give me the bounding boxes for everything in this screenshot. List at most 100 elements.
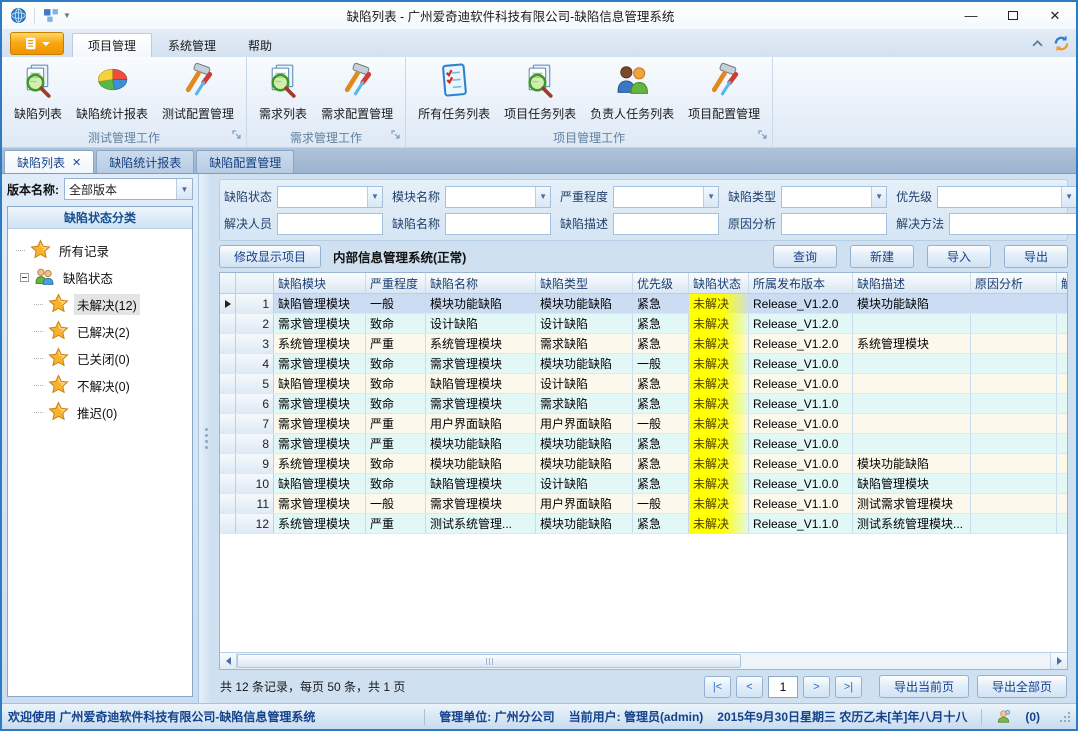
chevron-down-icon[interactable]: ▼: [535, 187, 550, 207]
table-row[interactable]: 8需求管理模块严重模块功能缺陷模块功能缺陷紧急未解决Release_V1.0.0: [220, 434, 1067, 454]
horizontal-scrollbar[interactable]: [220, 652, 1067, 669]
filter-combo-模块名称[interactable]: ▼: [445, 186, 551, 208]
column-header-严重程度[interactable]: 严重程度: [366, 273, 426, 293]
doc-tab-缺陷配置管理[interactable]: 缺陷配置管理: [196, 150, 294, 173]
filter-input-缺陷描述[interactable]: [613, 213, 719, 235]
tree-item-推迟(0)[interactable]: 推迟(0): [10, 399, 190, 426]
ribbon-button-项目配置管理[interactable]: 项目配置管理: [681, 60, 767, 124]
page-number-input[interactable]: [768, 676, 798, 698]
chevron-down-icon[interactable]: ▼: [703, 187, 718, 207]
tree-item-所有记录[interactable]: 所有记录: [10, 237, 190, 264]
tree-item-已解决(2)[interactable]: 已解决(2): [10, 318, 190, 345]
splitter-handle[interactable]: [199, 174, 213, 703]
column-header-所属发布版本[interactable]: 所属发布版本: [749, 273, 853, 293]
table-row[interactable]: 12系统管理模块严重测试系统管理...模块功能缺陷紧急未解决Release_V1…: [220, 514, 1067, 534]
column-header-原因分析[interactable]: 原因分析: [971, 273, 1057, 293]
scrollbar-thumb[interactable]: [237, 654, 741, 668]
data-cell: [1057, 394, 1067, 413]
import-button[interactable]: 导入: [927, 245, 991, 268]
chevron-down-icon[interactable]: ▼: [1061, 187, 1076, 207]
dialog-launcher-icon[interactable]: [758, 129, 768, 143]
close-button[interactable]: ✕: [1034, 2, 1076, 29]
data-cell: 需求管理模块: [426, 394, 536, 413]
filter-combo-缺陷类型[interactable]: ▼: [781, 186, 887, 208]
chevron-down-icon[interactable]: ▼: [367, 187, 382, 207]
tree-item-不解决(0)[interactable]: 不解决(0): [10, 372, 190, 399]
message-user-icon[interactable]: [996, 709, 1011, 724]
first-page-button[interactable]: |<: [704, 676, 731, 698]
column-header-缺陷状态[interactable]: 缺陷状态: [689, 273, 749, 293]
tree-item-已关闭(0)[interactable]: 已关闭(0): [10, 345, 190, 372]
filter-combo-严重程度[interactable]: ▼: [613, 186, 719, 208]
ribbon-button-需求列表[interactable]: 需求列表: [252, 60, 314, 124]
table-row[interactable]: 3系统管理模块严重系统管理模块需求缺陷紧急未解决Release_V1.2.0系统…: [220, 334, 1067, 354]
dialog-launcher-icon[interactable]: [391, 129, 401, 143]
ribbon-button-测试配置管理[interactable]: 测试配置管理: [155, 60, 241, 124]
chevron-down-icon[interactable]: ▼: [176, 179, 192, 199]
ribbon: 缺陷列表缺陷统计报表测试配置管理测试管理工作需求列表需求配置管理需求管理工作所有…: [2, 57, 1076, 148]
scroll-left-arrow-icon[interactable]: [220, 653, 237, 669]
table-row[interactable]: 9系统管理模块致命模块功能缺陷模块功能缺陷紧急未解决Release_V1.0.0…: [220, 454, 1067, 474]
status-cell: 未解决: [689, 434, 749, 453]
quick-access-toolbar-icon[interactable]: [41, 6, 61, 26]
filter-input-原因分析[interactable]: [781, 213, 887, 235]
modify-display-button[interactable]: 修改显示项目: [219, 245, 321, 268]
ribbon-button-需求配置管理[interactable]: 需求配置管理: [314, 60, 400, 124]
table-row[interactable]: 6需求管理模块致命需求管理模块需求缺陷紧急未解决Release_V1.1.0: [220, 394, 1067, 414]
ribbon-button-缺陷列表[interactable]: 缺陷列表: [7, 60, 69, 124]
data-cell: 需求管理模块: [274, 494, 366, 513]
filter-input-解决方法[interactable]: [949, 213, 1078, 235]
column-header-缺陷模块[interactable]: 缺陷模块: [274, 273, 366, 293]
doc-tab-缺陷统计报表[interactable]: 缺陷统计报表: [96, 150, 194, 173]
close-tab-icon[interactable]: ✕: [72, 156, 81, 169]
tree-expander-icon[interactable]: [20, 273, 29, 282]
column-header-优先级[interactable]: 优先级: [633, 273, 689, 293]
filter-input-解决人员[interactable]: [277, 213, 383, 235]
ribbon-tab-项目管理[interactable]: 项目管理: [72, 33, 152, 57]
minimize-button[interactable]: —: [950, 2, 992, 29]
table-row[interactable]: 7需求管理模块严重用户界面缺陷用户界面缺陷一般未解决Release_V1.0.0: [220, 414, 1067, 434]
ribbon-button-项目任务列表[interactable]: 项目任务列表: [497, 60, 583, 124]
last-page-button[interactable]: >|: [835, 676, 862, 698]
column-header-缺陷类型[interactable]: 缺陷类型: [536, 273, 633, 293]
export-all-pages-button[interactable]: 导出全部页: [977, 675, 1067, 698]
prev-page-button[interactable]: <: [736, 676, 763, 698]
ribbon-collapse-icon[interactable]: [1032, 40, 1043, 47]
column-header-缺陷描述[interactable]: 缺陷描述: [853, 273, 971, 293]
table-row[interactable]: 10缺陷管理模块致命缺陷管理模块设计缺陷紧急未解决Release_V1.0.0缺…: [220, 474, 1067, 494]
application-menu-button[interactable]: [10, 32, 64, 55]
tree-item-缺陷状态[interactable]: 缺陷状态: [10, 264, 190, 291]
ribbon-button-负责人任务列表[interactable]: 负责人任务列表: [583, 60, 681, 124]
next-page-button[interactable]: >: [803, 676, 830, 698]
table-row[interactable]: 2需求管理模块致命设计缺陷设计缺陷紧急未解决Release_V1.2.0: [220, 314, 1067, 334]
resize-grip[interactable]: [1060, 712, 1070, 722]
filter-input-缺陷名称[interactable]: [445, 213, 551, 235]
table-row[interactable]: 4需求管理模块致命需求管理模块模块功能缺陷一般未解决Release_V1.0.0: [220, 354, 1067, 374]
maximize-button[interactable]: [992, 2, 1034, 29]
version-select[interactable]: 全部版本 ▼: [64, 178, 193, 200]
export-current-page-button[interactable]: 导出当前页: [879, 675, 969, 698]
search-button[interactable]: 查询: [773, 245, 837, 268]
skin-style-icon[interactable]: [1053, 35, 1070, 52]
column-header-解决方法[interactable]: 解决方法: [1057, 273, 1067, 293]
table-row[interactable]: 11需求管理模块一般需求管理模块用户界面缺陷一般未解决Release_V1.1.…: [220, 494, 1067, 514]
chevron-down-icon[interactable]: ▼: [871, 187, 886, 207]
ribbon-tab-系统管理[interactable]: 系统管理: [152, 33, 232, 57]
new-button[interactable]: 新建: [850, 245, 914, 268]
table-row[interactable]: 5缺陷管理模块致命缺陷管理模块设计缺陷紧急未解决Release_V1.0.0: [220, 374, 1067, 394]
tree-item-未解决(12)[interactable]: 未解决(12): [10, 291, 190, 318]
data-cell: Release_V1.0.0: [749, 414, 853, 433]
ribbon-tab-帮助[interactable]: 帮助: [232, 33, 288, 57]
export-button[interactable]: 导出: [1004, 245, 1068, 268]
ribbon-button-所有任务列表[interactable]: 所有任务列表: [411, 60, 497, 124]
scrollbar-track[interactable]: [237, 653, 1050, 669]
filter-combo-缺陷状态[interactable]: ▼: [277, 186, 383, 208]
dialog-launcher-icon[interactable]: [232, 129, 242, 143]
doc-tab-缺陷列表[interactable]: 缺陷列表✕: [4, 150, 94, 173]
scroll-right-arrow-icon[interactable]: [1050, 653, 1067, 669]
column-header-缺陷名称[interactable]: 缺陷名称: [426, 273, 536, 293]
ribbon-button-缺陷统计报表[interactable]: 缺陷统计报表: [69, 60, 155, 124]
filter-combo-优先级[interactable]: ▼: [937, 186, 1077, 208]
chevron-down-icon[interactable]: ▼: [63, 11, 71, 20]
table-row[interactable]: 1缺陷管理模块一般模块功能缺陷模块功能缺陷紧急未解决Release_V1.2.0…: [220, 294, 1067, 314]
